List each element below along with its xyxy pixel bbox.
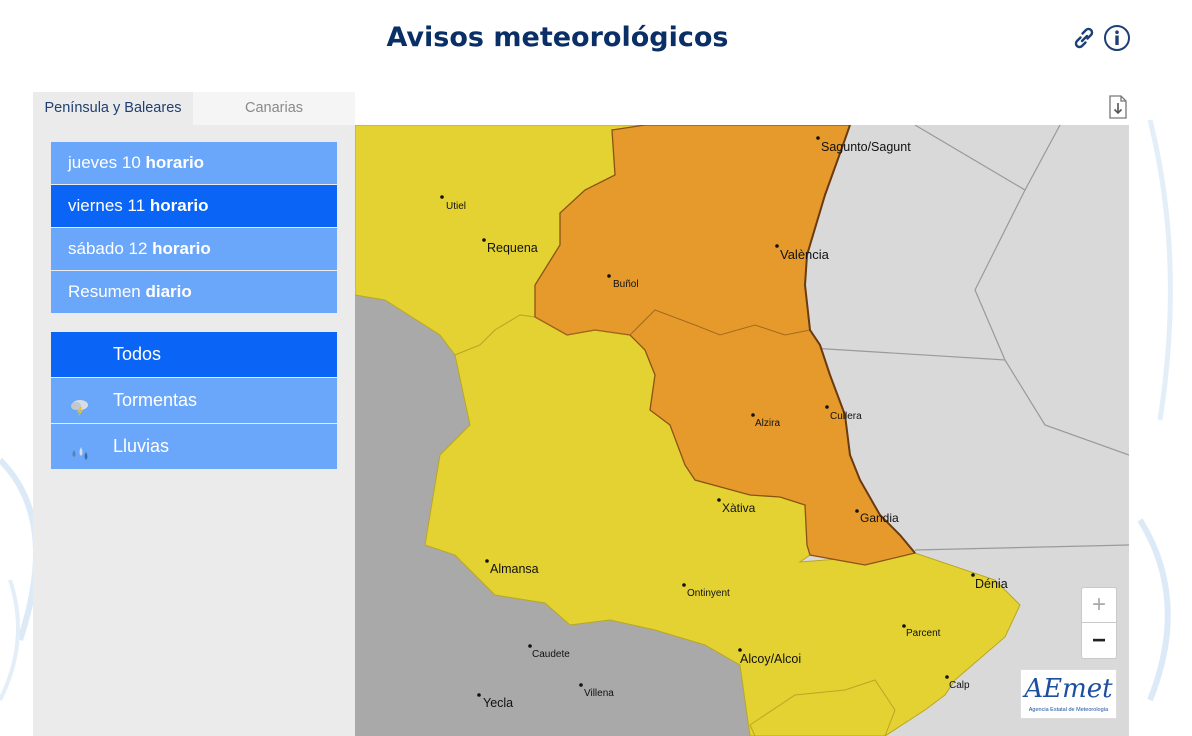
logo-subtitle: Agencia Estatal de Meteorología — [1028, 707, 1109, 713]
city-label-cullera: Cullera — [830, 411, 862, 422]
city-dot-bunol — [607, 274, 611, 278]
city-label-yecla: Yecla — [483, 696, 513, 710]
tab-peninsula-baleares[interactable]: Península y Baleares — [33, 92, 193, 125]
type-label: Todos — [113, 344, 162, 364]
city-dot-villena — [579, 683, 583, 687]
city-label-valencia: València — [780, 247, 830, 262]
day-selector: jueves 10 horario viernes 11 horario sáb… — [51, 142, 337, 314]
day-mode: horario — [145, 153, 205, 172]
logo-name: AEmet — [1024, 674, 1113, 704]
city-dot-yecla — [477, 693, 481, 697]
day-mode: horario — [152, 239, 211, 258]
day-label: sábado 12 — [68, 239, 153, 258]
city-label-parcent: Parcent — [906, 628, 941, 639]
city-label-ontinyent: Ontinyent — [687, 588, 730, 599]
city-dot-requena — [482, 238, 486, 242]
day-button-resumen[interactable]: Resumen diario — [51, 271, 337, 313]
warning-type-selector: Todos Tormentas Lluvias — [51, 332, 337, 470]
city-dot-sagunto — [816, 136, 820, 140]
city-label-caudete: Caudete — [532, 649, 570, 660]
city-dot-almansa — [485, 559, 489, 563]
storm-icon — [69, 390, 91, 417]
day-button-sabado[interactable]: sábado 12 horario — [51, 228, 337, 270]
type-label: Tormentas — [113, 390, 198, 410]
type-button-todos[interactable]: Todos — [51, 332, 337, 377]
city-dot-valencia — [775, 244, 779, 248]
city-dot-cullera — [825, 405, 829, 409]
info-icon[interactable] — [1103, 24, 1131, 52]
day-mode: diario — [145, 282, 192, 301]
link-icon[interactable] — [1070, 24, 1098, 52]
day-label: Resumen — [68, 282, 146, 301]
tab-canarias[interactable]: Canarias — [193, 92, 355, 125]
city-dot-utiel — [440, 195, 444, 199]
type-button-tormentas[interactable]: Tormentas — [51, 378, 337, 423]
city-label-alcoy: Alcoy/Alcoi — [740, 652, 801, 666]
zoom-out-button[interactable]: − — [1082, 624, 1116, 658]
download-icon[interactable] — [1108, 95, 1128, 119]
city-dot-ontinyent — [682, 583, 686, 587]
day-mode: horario — [149, 196, 209, 215]
day-label: viernes 11 — [68, 196, 150, 215]
city-label-utiel: Utiel — [446, 201, 466, 212]
city-dot-gandia — [855, 509, 859, 513]
page-title: Avisos meteorológicos — [386, 22, 729, 53]
city-dot-calp — [945, 675, 949, 679]
city-label-requena: Requena — [487, 241, 538, 255]
city-label-almansa: Almansa — [490, 562, 539, 576]
warnings-map[interactable]: Sagunto/Sagunt Utiel Requena València Bu… — [355, 125, 1129, 736]
city-label-gandia: Gandia — [860, 511, 899, 525]
city-label-villena: Villena — [584, 688, 614, 699]
zoom-controls: + − — [1081, 587, 1117, 659]
day-button-viernes[interactable]: viernes 11 horario — [51, 185, 337, 227]
day-label: jueves 10 — [68, 153, 146, 172]
type-label: Lluvias — [113, 436, 170, 456]
city-label-denia: Dénia — [975, 577, 1008, 591]
city-label-bunol: Buñol — [613, 279, 639, 290]
city-label-xativa: Xàtiva — [722, 501, 756, 515]
city-label-alzira: Alzira — [755, 418, 780, 429]
day-button-jueves[interactable]: jueves 10 horario — [51, 142, 337, 184]
rain-icon — [69, 436, 91, 460]
city-dot-caudete — [528, 644, 532, 648]
type-button-lluvias[interactable]: Lluvias — [51, 424, 337, 469]
aemet-logo[interactable]: AEmet Agencia Estatal de Meteorología — [1020, 669, 1117, 719]
side-panel: Península y Baleares Canarias jueves 10 … — [33, 92, 355, 736]
city-label-calp: Calp — [949, 680, 970, 691]
city-dot-xativa — [717, 498, 721, 502]
city-label-sagunto: Sagunto/Sagunt — [821, 140, 911, 154]
city-dot-alzira — [751, 413, 755, 417]
zoom-in-button[interactable]: + — [1082, 588, 1116, 623]
